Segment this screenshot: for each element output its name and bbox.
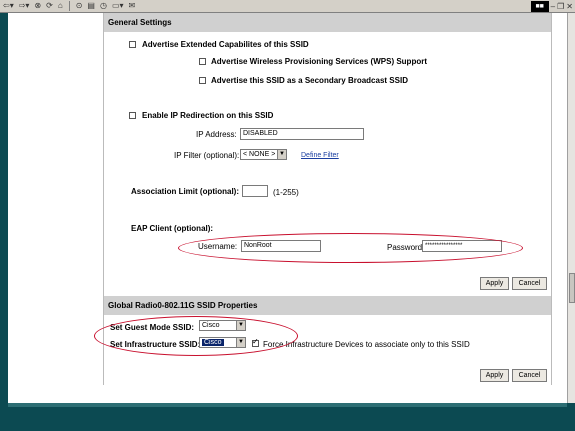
ip-address-input[interactable]: DISABLED [240,128,364,140]
define-filter-link[interactable]: Define Filter [301,152,339,159]
history-icon[interactable]: ◷ [99,1,108,11]
association-limit-label: Association Limit (optional): [131,187,239,196]
global-ssid-header: Global Radio0-802.11G SSID Properties [104,296,551,315]
ip-filter-select[interactable]: < NONE > ▼ [240,149,287,160]
stop-icon[interactable]: ⊗ [33,1,42,11]
ip-filter-label: IP Filter (optional): [174,151,240,160]
advertise-ext-checkbox[interactable] [129,41,136,48]
association-limit-input[interactable] [242,185,268,197]
advertise-ext-label: Advertise Extended Capabilites of this S… [142,40,309,49]
search-icon[interactable]: ⊙ [75,1,84,11]
left-frame-border [0,13,8,403]
global-apply-button[interactable]: Apply [480,369,509,382]
ip-redirection-checkbox[interactable] [129,112,136,119]
ssid-selection-highlight [94,316,298,356]
ip-filter-value: < NONE > [243,151,276,158]
secondary-broadcast-label: Advertise this SSID as a Secondary Broad… [211,76,408,85]
browser-toolbar: ⇦▾ ⇨▾ ⊗ ⟳ ⌂ ⊙ ▤ ◷ ▭▾ ✉ ■■ – ❐ ✕ [0,0,575,13]
global-cancel-button[interactable]: Cancel [512,369,547,382]
minimize-icon[interactable]: – [551,2,555,11]
window-controls: ■■ – ❐ ✕ [530,1,573,12]
settings-panel: General Settings Advertise Extended Capa… [94,13,552,385]
ip-redirection-label: Enable IP Redirection on this SSID [142,111,274,120]
general-settings-header: General Settings [104,13,551,32]
wps-label: Advertise Wireless Provisioning Services… [211,57,427,66]
favorites-icon[interactable]: ▤ [86,1,96,11]
forward-icon[interactable]: ⇨▾ [18,1,31,11]
restore-icon[interactable]: ❐ [557,2,564,11]
vertical-scrollbar[interactable] [567,13,575,403]
username-password-highlight [178,233,523,263]
mail-icon[interactable]: ✉ [128,1,137,11]
refresh-icon[interactable]: ⟳ [45,1,54,11]
home-icon[interactable]: ⌂ [57,1,64,11]
wps-checkbox[interactable] [199,58,206,65]
general-apply-button[interactable]: Apply [480,277,509,290]
secondary-broadcast-checkbox[interactable] [199,77,206,84]
bottom-frame-highlight [8,403,567,407]
eap-client-label: EAP Client (optional): [131,224,214,233]
scrollbar-thumb[interactable] [569,273,575,303]
association-limit-range: (1-255) [273,188,299,197]
print-icon[interactable]: ▭▾ [111,1,125,11]
toolbar-separator [68,1,70,11]
dropdown-arrow-icon: ▼ [277,150,286,159]
windows-logo-icon: ■■ [530,1,549,12]
bottom-frame-border [0,403,575,431]
ip-address-label: IP Address: [196,130,237,139]
close-icon[interactable]: ✕ [566,2,573,11]
general-cancel-button[interactable]: Cancel [512,277,547,290]
page-viewport: General Settings Advertise Extended Capa… [0,13,575,403]
back-icon[interactable]: ⇦▾ [2,1,15,11]
